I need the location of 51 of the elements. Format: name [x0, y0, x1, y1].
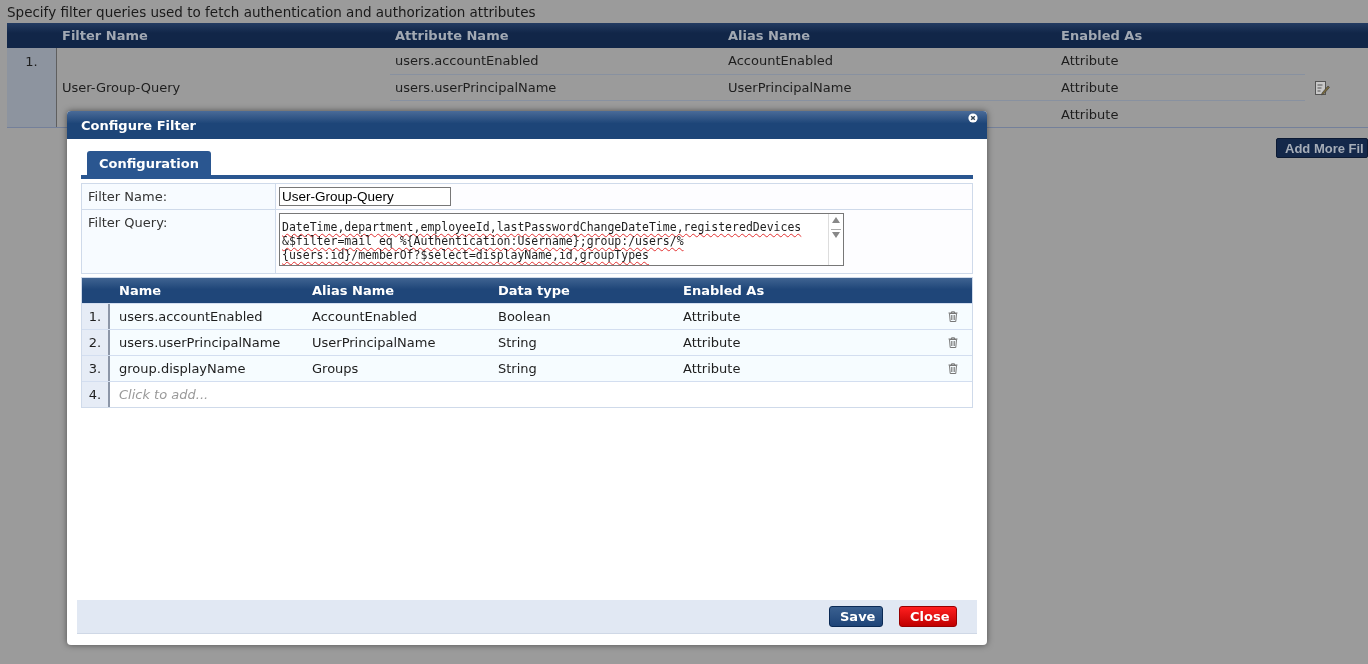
table-cell: String: [498, 361, 537, 376]
page-description: Specify filter queries used to fetch authentication and authorization attributes: [6, 3, 537, 22]
table-cell: Boolean: [498, 309, 551, 324]
add-more-filters-button[interactable]: Add More Fil: [1276, 138, 1368, 158]
column-header: Enabled As: [1060, 28, 1144, 43]
row-number: 1.: [88, 309, 102, 324]
row-number: 4.: [88, 387, 102, 402]
table-cell: User-Group-Query: [62, 80, 181, 95]
row-number: 3.: [88, 361, 102, 376]
table-cell: AccountEnabled: [312, 309, 418, 324]
field-label: Filter Name:: [88, 189, 168, 204]
row-number: 2.: [88, 335, 102, 350]
table-cell: AccountEnabled: [728, 53, 834, 69]
table-cell: UserPrincipalName: [728, 80, 852, 95]
table-cell: Attribute: [1061, 53, 1119, 69]
table-cell: Attribute: [683, 335, 741, 350]
table-cell: Attribute: [683, 361, 741, 376]
column-header: Enabled As: [682, 283, 766, 298]
trash-icon[interactable]: [948, 311, 958, 322]
column-header: Attribute Name: [394, 28, 510, 43]
table-cell: UserPrincipalName: [312, 335, 436, 350]
table-cell: users.userPrincipalName: [119, 335, 281, 350]
scrollbar[interactable]: [828, 214, 843, 265]
table-cell: users.userPrincipalName: [395, 80, 557, 95]
scroll-down-icon[interactable]: [832, 232, 840, 238]
table-cell: group.displayName: [119, 361, 246, 376]
filter-name-field[interactable]: User-Group-Query: [279, 187, 451, 206]
table-cell: Attribute: [683, 309, 741, 324]
row-number: 1.: [25, 54, 38, 69]
table-cell: Groups: [312, 361, 359, 376]
close-button[interactable]: Close: [899, 606, 957, 627]
save-button[interactable]: Save: [829, 606, 883, 627]
tab[interactable]: Configuration: [87, 151, 211, 175]
table-cell: users.accountEnabled: [119, 309, 263, 324]
column-header: Data type: [497, 283, 571, 298]
table-cell: Attribute: [1061, 80, 1119, 95]
column-header: Name: [118, 283, 162, 298]
trash-icon[interactable]: [948, 337, 958, 348]
edit-icon[interactable]: [1313, 79, 1330, 96]
table-cell: users.accountEnabled: [395, 53, 539, 69]
table-cell: Attribute: [1061, 106, 1119, 122]
table-cell: String: [498, 335, 537, 350]
trash-icon[interactable]: [948, 363, 958, 374]
field-label: Filter Query:: [88, 215, 168, 230]
column-header: Alias Name: [311, 283, 396, 298]
dialog-title: Configure Filter: [81, 117, 196, 133]
filter-query-field[interactable]: DateTime,department,employeeId,lastPasswordChangeDateTime,registeredDevices &$filter=mail eq %{Authentication:Username};group:/users/% {users:id}/memberOf?$select=displayName,id,groupTypes: [279, 213, 844, 266]
scroll-up-icon[interactable]: [832, 217, 840, 223]
column-header: Filter Name: [61, 28, 149, 43]
close-icon[interactable]: [968, 113, 978, 123]
column-header: Alias Name: [727, 28, 812, 43]
